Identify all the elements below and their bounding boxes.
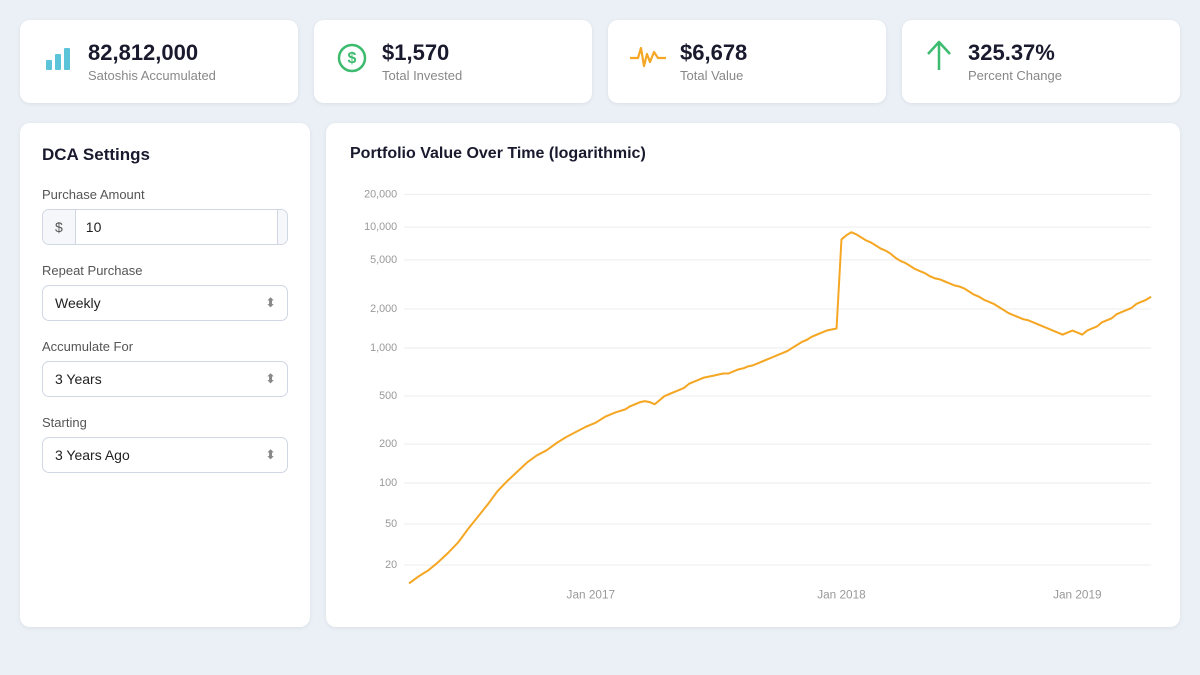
- top-cards-section: 82,812,000 Satoshis Accumulated $ $1,570…: [20, 20, 1180, 103]
- svg-text:10,000: 10,000: [364, 221, 397, 233]
- repeat-select-wrapper: Weekly Daily Monthly ⬍: [42, 285, 288, 321]
- percent-value: 325.37%: [968, 40, 1062, 66]
- accumulate-select[interactable]: 3 Years 1 Year 5 Years 10 Years: [42, 361, 288, 397]
- starting-select-wrapper: 3 Years Ago 1 Year Ago 5 Years Ago ⬍: [42, 437, 288, 473]
- svg-text:5,000: 5,000: [370, 254, 397, 266]
- svg-text:100: 100: [379, 477, 397, 489]
- svg-text:50: 50: [385, 518, 397, 530]
- starting-label: Starting: [42, 415, 288, 430]
- bar-chart-icon: [42, 42, 74, 81]
- svg-text:$: $: [348, 50, 357, 67]
- main-row: DCA Settings Purchase Amount $ .00 Repea…: [20, 123, 1180, 627]
- invested-value: $1,570: [382, 40, 462, 66]
- dollar-prefix: $: [43, 210, 76, 244]
- card-percent-change: 325.37% Percent Change: [902, 20, 1180, 103]
- card-percent-text: 325.37% Percent Change: [968, 40, 1062, 83]
- starting-group: Starting 3 Years Ago 1 Year Ago 5 Years …: [42, 415, 288, 473]
- svg-text:1,000: 1,000: [370, 342, 397, 354]
- card-invested-text: $1,570 Total Invested: [382, 40, 462, 83]
- repeat-label: Repeat Purchase: [42, 263, 288, 278]
- chart-panel: Portfolio Value Over Time (logarithmic) …: [326, 123, 1180, 627]
- card-satoshis: 82,812,000 Satoshis Accumulated: [20, 20, 298, 103]
- repeat-purchase-group: Repeat Purchase Weekly Daily Monthly ⬍: [42, 263, 288, 321]
- card-satoshis-text: 82,812,000 Satoshis Accumulated: [88, 40, 216, 83]
- purchase-amount-group: Purchase Amount $ .00: [42, 187, 288, 245]
- card-total-invested: $ $1,570 Total Invested: [314, 20, 592, 103]
- starting-select[interactable]: 3 Years Ago 1 Year Ago 5 Years Ago: [42, 437, 288, 473]
- pulse-icon: [630, 44, 666, 79]
- purchase-amount-label: Purchase Amount: [42, 187, 288, 202]
- svg-text:20: 20: [385, 559, 397, 571]
- chart-title: Portfolio Value Over Time (logarithmic): [350, 145, 1156, 163]
- svg-text:500: 500: [379, 390, 397, 402]
- accumulate-label: Accumulate For: [42, 339, 288, 354]
- accumulate-select-wrapper: 3 Years 1 Year 5 Years 10 Years ⬍: [42, 361, 288, 397]
- svg-text:Jan 2019: Jan 2019: [1053, 588, 1102, 602]
- settings-panel: DCA Settings Purchase Amount $ .00 Repea…: [20, 123, 310, 627]
- card-total-value: $6,678 Total Value: [608, 20, 886, 103]
- total-value-label: Total Value: [680, 68, 747, 83]
- percent-label: Percent Change: [968, 68, 1062, 83]
- svg-text:20,000: 20,000: [364, 189, 397, 201]
- chart-svg: 20,000 10,000 5,000 2,000 1,000 500 200 …: [350, 179, 1156, 609]
- satoshis-value: 82,812,000: [88, 40, 216, 66]
- card-value-text: $6,678 Total Value: [680, 40, 747, 83]
- satoshis-label: Satoshis Accumulated: [88, 68, 216, 83]
- settings-title: DCA Settings: [42, 145, 288, 165]
- svg-text:Jan 2018: Jan 2018: [817, 588, 866, 602]
- cents-suffix: .00: [277, 210, 288, 244]
- dollar-icon: $: [336, 42, 368, 81]
- chart-area: 20,000 10,000 5,000 2,000 1,000 500 200 …: [350, 179, 1156, 609]
- accumulate-group: Accumulate For 3 Years 1 Year 5 Years 10…: [42, 339, 288, 397]
- repeat-select[interactable]: Weekly Daily Monthly: [42, 285, 288, 321]
- purchase-amount-input[interactable]: [76, 210, 277, 244]
- invested-label: Total Invested: [382, 68, 462, 83]
- total-value-value: $6,678: [680, 40, 747, 66]
- svg-text:2,000: 2,000: [370, 303, 397, 315]
- svg-text:Jan 2017: Jan 2017: [567, 588, 616, 602]
- svg-text:200: 200: [379, 438, 397, 450]
- purchase-amount-input-wrapper: $ .00: [42, 209, 288, 245]
- arrow-up-icon: [924, 40, 954, 83]
